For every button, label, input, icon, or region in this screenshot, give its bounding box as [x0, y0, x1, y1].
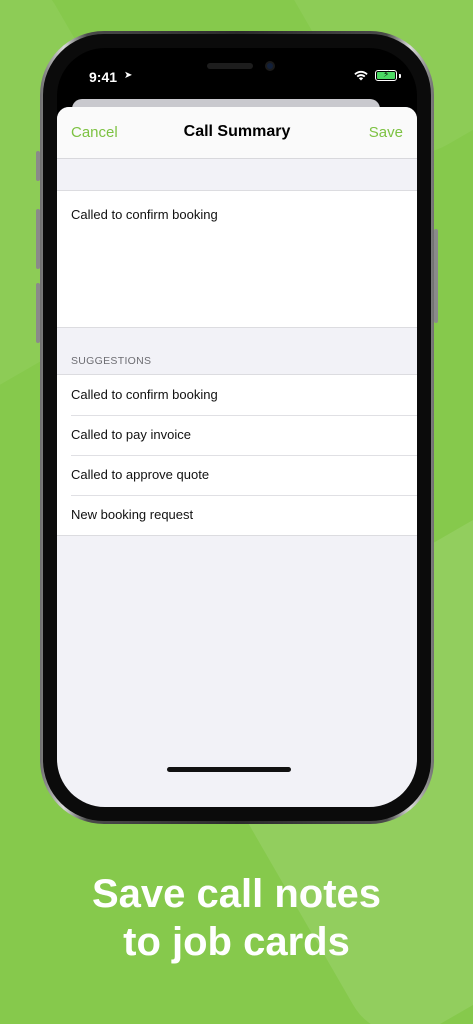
wifi-icon — [354, 70, 368, 81]
location-arrow-icon: ➤ — [124, 70, 133, 81]
caption-line-1: Save call notes — [91, 872, 382, 916]
mute-switch — [36, 151, 40, 181]
suggestion-item[interactable]: New booking request — [57, 495, 417, 535]
save-button[interactable]: Save — [369, 124, 403, 141]
volume-down-button — [36, 283, 40, 343]
call-summary-sheet: Cancel Call Summary Save Called to confi… — [57, 107, 417, 807]
suggestion-item[interactable]: Called to approve quote — [57, 455, 417, 495]
call-note-textarea[interactable]: Called to confirm booking — [57, 190, 417, 328]
speaker — [207, 63, 253, 69]
caption-line-2: to job cards — [123, 920, 350, 964]
phone-screen: 9:41 ➤ ⚡ Cancel Call Summary Save Called… — [57, 48, 417, 807]
page-title: Call Summary — [183, 123, 291, 140]
navigation-bar: Cancel Call Summary Save — [57, 107, 417, 159]
marketing-caption: Save call notes to job cards — [0, 870, 473, 966]
power-button — [434, 229, 438, 323]
phone-frame: 9:41 ➤ ⚡ Cancel Call Summary Save Called… — [36, 31, 438, 824]
battery-icon: ⚡ — [375, 69, 397, 81]
camera-icon — [265, 61, 275, 71]
status-time: 9:41 — [89, 69, 118, 85]
suggestion-item[interactable]: Called to pay invoice — [57, 415, 417, 455]
suggestion-item[interactable]: Called to confirm booking — [57, 375, 417, 415]
suggestions-header: SUGGESTIONS — [71, 355, 152, 367]
call-note-text: Called to confirm booking — [71, 207, 218, 222]
battery-cap — [399, 74, 401, 78]
volume-up-button — [36, 209, 40, 269]
home-indicator[interactable] — [167, 767, 291, 772]
suggestions-list: Called to confirm booking Called to pay … — [57, 374, 417, 536]
